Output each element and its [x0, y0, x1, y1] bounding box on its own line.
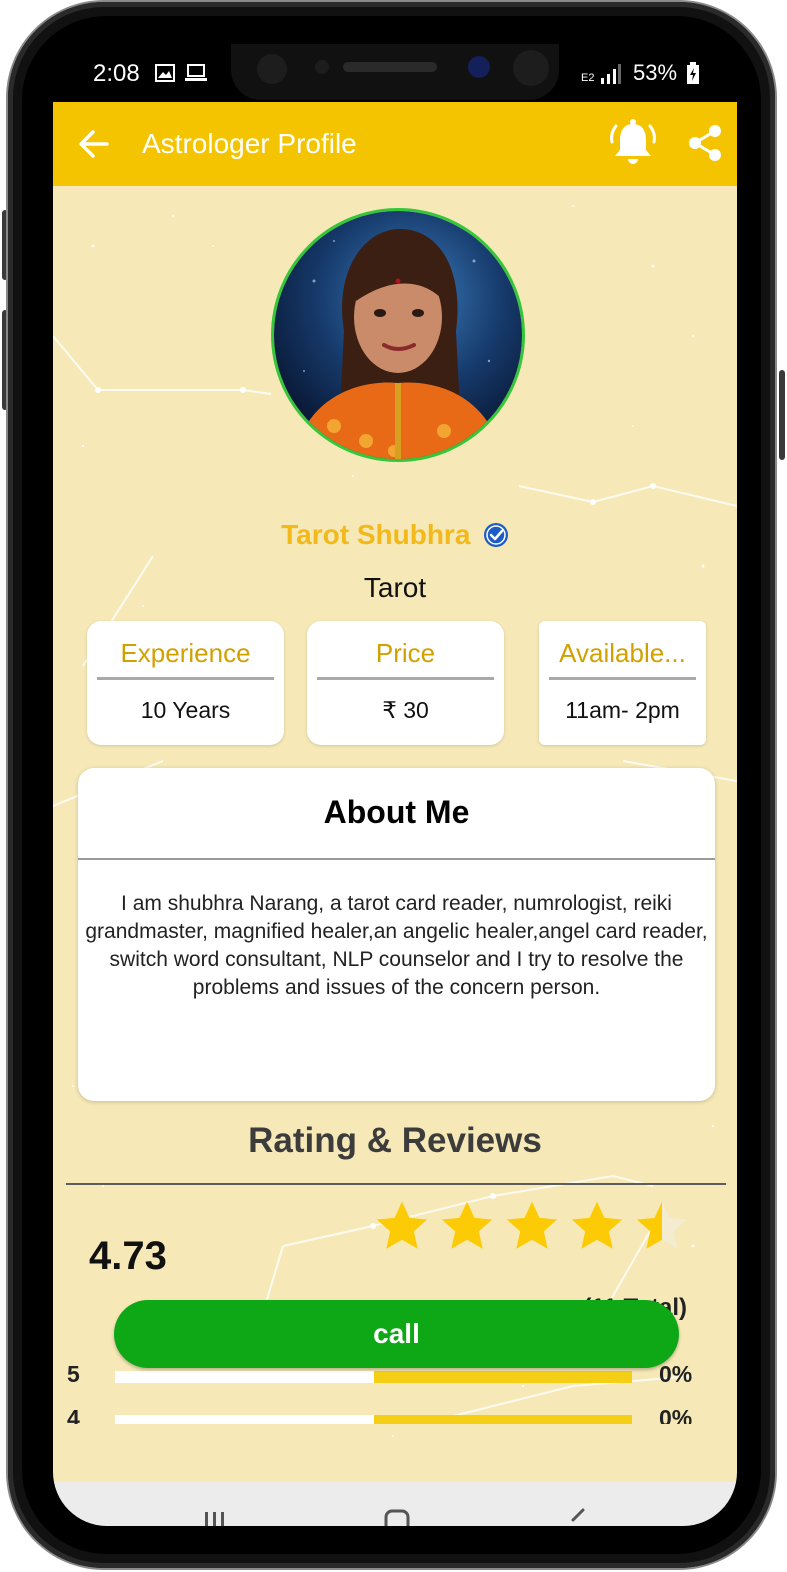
rating-bar-percent: 0%: [659, 1405, 693, 1424]
rating-bar-fill: [115, 1371, 374, 1383]
rating-bar-percent: 0%: [659, 1361, 693, 1387]
experience-value: 10 Years: [140, 697, 231, 723]
phone-screen: 2:08 E2 53% Astrologer Profile Tarot Shu…: [53, 44, 737, 1526]
bell-ring-icon[interactable]: [610, 118, 656, 168]
front-camera: [513, 50, 549, 86]
status-time: 2:08: [93, 60, 140, 87]
back-nav-icon[interactable]: [565, 1508, 587, 1526]
rating-bar-row: 4 0%: [53, 1405, 737, 1424]
astrologer-name: Tarot Shubhra: [281, 519, 471, 550]
cast-notification-icon: [185, 64, 207, 81]
image-notification-icon: [155, 64, 175, 82]
verified-badge-icon: [483, 523, 508, 547]
call-button[interactable]: call: [114, 1300, 679, 1368]
signal-icon: [601, 64, 621, 84]
rating-title: Rating & Reviews: [248, 1121, 542, 1160]
availability-card: Available... 11am- 2pm: [539, 621, 706, 745]
card-divider: [317, 677, 494, 680]
rating-divider: [66, 1183, 726, 1185]
star-rating: [373, 1198, 703, 1258]
front-camera: [468, 56, 490, 78]
system-nav-bar: [53, 1482, 737, 1526]
camera-notch: [231, 44, 559, 100]
rating-bar-fill: [115, 1415, 374, 1424]
rating-score: 4.73: [89, 1234, 167, 1278]
price-card: Price ₹ 30: [307, 621, 504, 745]
about-card: About Me I am shubhra Narang, a tarot ca…: [78, 768, 715, 1101]
share-icon[interactable]: [687, 124, 723, 162]
about-divider: [78, 858, 715, 860]
price-value: ₹ 30: [382, 697, 429, 723]
astrologer-category: Tarot: [363, 572, 427, 603]
app-bar: Astrologer Profile: [53, 102, 737, 186]
home-icon[interactable]: [383, 1508, 411, 1526]
battery-icon: [687, 62, 699, 84]
rating-bar-label: 4: [67, 1405, 80, 1424]
avatar: [271, 208, 525, 462]
rating-bar-track: [115, 1415, 632, 1424]
star-icon: [376, 1201, 428, 1249]
sensor: [315, 60, 329, 74]
front-camera: [257, 54, 287, 84]
experience-card: Experience 10 Years: [87, 621, 284, 745]
rating-bar-track: [115, 1371, 632, 1383]
profile-content[interactable]: Tarot Shubhra Tarot Experience 10 Years …: [53, 186, 737, 1482]
card-divider: [549, 677, 696, 680]
availability-label: Available...: [559, 638, 686, 668]
availability-value: 11am- 2pm: [565, 697, 680, 723]
battery-percent: 53%: [633, 60, 678, 85]
about-title: About Me: [323, 794, 470, 830]
star-half-icon: [636, 1201, 688, 1249]
recents-icon[interactable]: [203, 1510, 227, 1526]
price-label: Price: [375, 638, 436, 668]
power-button: [779, 370, 785, 460]
rating-bar-label: 5: [67, 1361, 80, 1387]
about-body: I am shubhra Narang, a tarot card reader…: [85, 892, 708, 999]
name-row: Tarot Shubhra: [53, 519, 737, 551]
star-icon: [571, 1201, 623, 1249]
card-divider: [97, 677, 274, 680]
star-icon: [441, 1201, 493, 1249]
earpiece-speaker: [343, 62, 437, 72]
star-icon: [506, 1201, 558, 1249]
arrow-left-icon[interactable]: [79, 130, 109, 158]
status-bar: 2:08 E2 53%: [53, 44, 737, 102]
network-type: E2: [581, 72, 595, 84]
page-title: Astrologer Profile: [142, 128, 357, 159]
experience-label: Experience: [120, 638, 251, 668]
profile-photo: [274, 211, 522, 459]
